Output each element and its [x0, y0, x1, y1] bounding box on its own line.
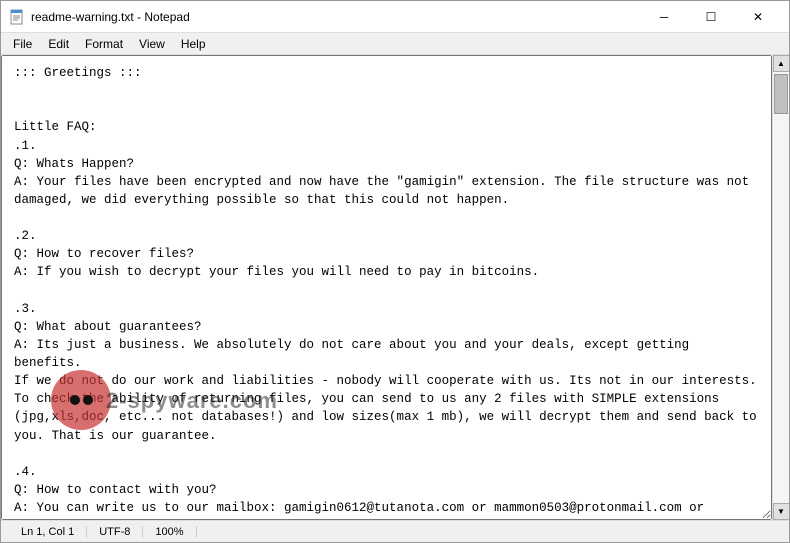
window-controls: ─ ☐ ✕: [641, 1, 781, 33]
minimize-button[interactable]: ─: [641, 1, 687, 33]
menu-edit[interactable]: Edit: [40, 35, 77, 53]
title-bar: readme-warning.txt - Notepad ─ ☐ ✕: [1, 1, 789, 33]
status-encoding: UTF-8: [87, 526, 143, 538]
scrollbar[interactable]: ▲ ▼: [772, 55, 789, 520]
status-line-col: Ln 1, Col 1: [9, 526, 87, 538]
status-zoom: 100%: [143, 526, 196, 538]
scroll-track[interactable]: [773, 72, 789, 503]
menu-file[interactable]: File: [5, 35, 40, 53]
status-bar: Ln 1, Col 1 UTF-8 100%: [1, 520, 789, 542]
close-button[interactable]: ✕: [735, 1, 781, 33]
maximize-button[interactable]: ☐: [688, 1, 734, 33]
notepad-window: readme-warning.txt - Notepad ─ ☐ ✕ File …: [0, 0, 790, 543]
scroll-up-button[interactable]: ▲: [773, 55, 790, 72]
window-title: readme-warning.txt - Notepad: [31, 10, 641, 24]
menu-bar: File Edit Format View Help: [1, 33, 789, 55]
text-editor[interactable]: [1, 55, 772, 520]
notepad-icon: [9, 9, 25, 25]
scroll-thumb[interactable]: [774, 74, 788, 114]
content-area: ▲ ▼ 2-spyware.com: [1, 55, 789, 520]
menu-view[interactable]: View: [131, 35, 173, 53]
scroll-down-button[interactable]: ▼: [773, 503, 790, 520]
menu-help[interactable]: Help: [173, 35, 214, 53]
menu-format[interactable]: Format: [77, 35, 131, 53]
